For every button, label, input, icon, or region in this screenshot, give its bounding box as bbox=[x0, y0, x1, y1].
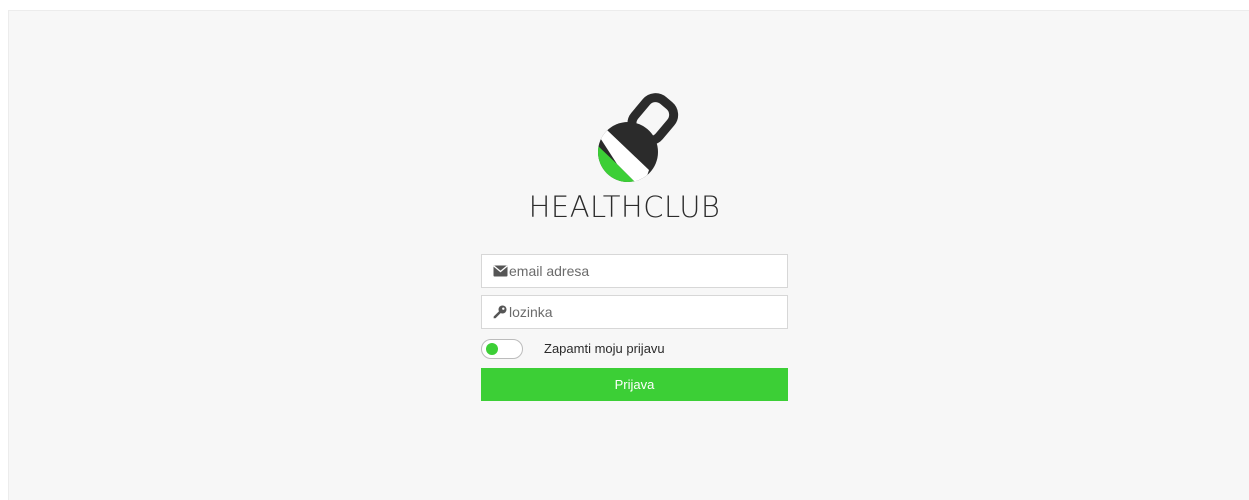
brand-title: HEALTHCLUB bbox=[528, 190, 721, 224]
email-field[interactable] bbox=[481, 254, 788, 288]
password-field[interactable] bbox=[481, 295, 788, 329]
kettlebell-icon bbox=[598, 93, 679, 182]
password-input[interactable] bbox=[509, 304, 779, 320]
envelope-icon bbox=[492, 263, 508, 279]
email-input[interactable] bbox=[509, 263, 779, 279]
login-button[interactable]: Prijava bbox=[481, 368, 788, 401]
remember-me-label: Zapamti moju prijavu bbox=[544, 341, 665, 356]
toggle-knob bbox=[486, 343, 498, 355]
remember-me-toggle[interactable] bbox=[481, 339, 523, 359]
key-icon bbox=[492, 304, 508, 320]
